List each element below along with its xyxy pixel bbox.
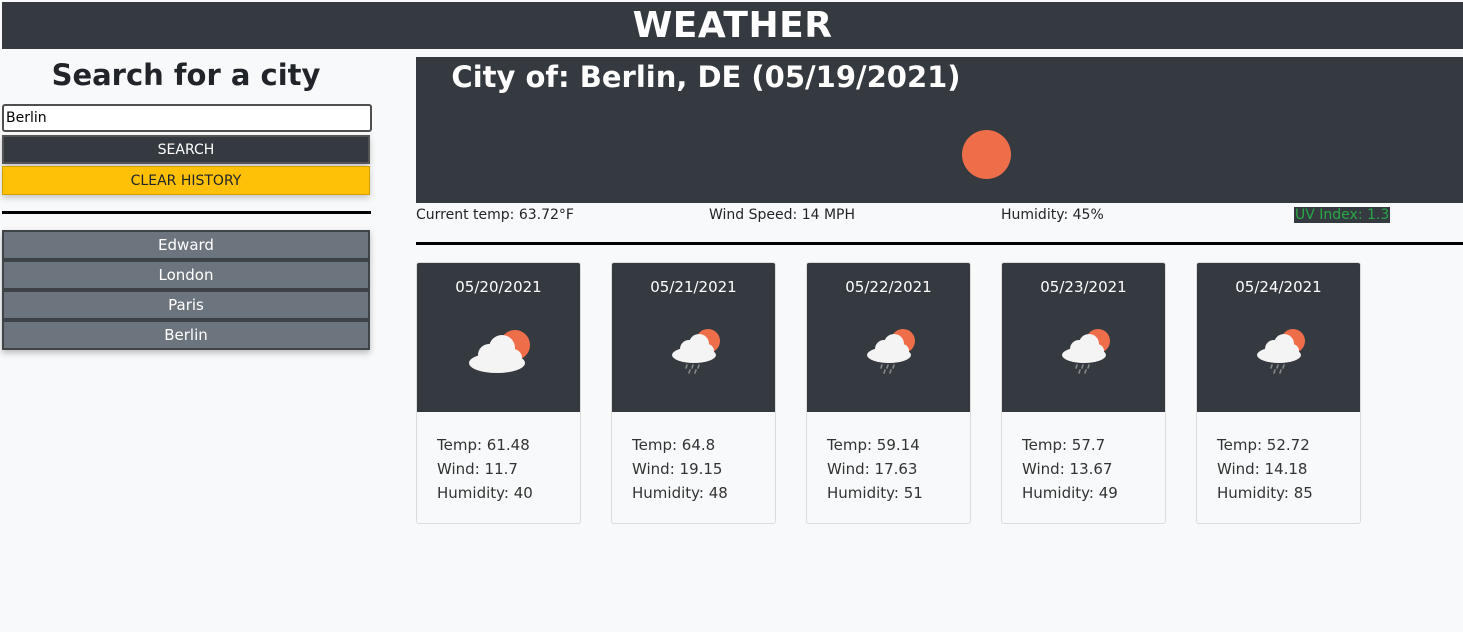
history-item[interactable]: London (2, 260, 370, 290)
city-search-input[interactable] (2, 104, 372, 132)
history-item[interactable]: Edward (2, 230, 370, 260)
app-title: WEATHER (632, 5, 833, 46)
forecast-temp: Temp: 52.72 (1217, 436, 1310, 454)
main-divider (416, 242, 1463, 245)
search-button[interactable]: SEARCH (2, 135, 370, 164)
forecast-card: 05/23/2021 Temp: 57.7 Wind: 13.67 Humidi… (1001, 262, 1166, 524)
forecast-date: 05/24/2021 (1235, 278, 1322, 296)
forecast-card: 05/24/2021 Temp: 52.72 Wind: 14.18 Humid… (1196, 262, 1361, 524)
forecast-wind: Wind: 17.63 (827, 460, 918, 478)
humidity: Humidity: 45% (1001, 207, 1104, 223)
forecast-card: 05/21/2021 Temp: 64.8 Wind: 19.15 Humidi… (611, 262, 776, 524)
current-temp: Current temp: 63.72°F (416, 207, 574, 223)
forecast-temp: Temp: 59.14 (827, 436, 920, 454)
search-heading: Search for a city (51, 58, 321, 92)
forecast-humidity: Humidity: 51 (827, 484, 923, 502)
forecast-wind: Wind: 13.67 (1022, 460, 1113, 478)
forecast-date: 05/21/2021 (650, 278, 737, 296)
forecast-temp: Temp: 64.8 (632, 436, 716, 454)
clear-history-button[interactable]: CLEAR HISTORY (2, 166, 370, 195)
forecast-date: 05/23/2021 (1040, 278, 1127, 296)
current-stats-row: Current temp: 63.72°F Wind Speed: 14 MPH… (416, 207, 1463, 227)
search-history-list: Edward London Paris Berlin (2, 230, 370, 350)
forecast-humidity: Humidity: 85 (1217, 484, 1313, 502)
cloud-sun-icon (469, 330, 530, 373)
rain-cloud-sun-icon (867, 329, 915, 374)
rain-cloud-sun-icon (1062, 329, 1110, 374)
wind-speed: Wind Speed: 14 MPH (709, 207, 856, 223)
forecast-humidity: Humidity: 40 (437, 484, 533, 502)
app-header: WEATHER (2, 2, 1463, 49)
forecast-date: 05/22/2021 (845, 278, 932, 296)
forecast-wind: Wind: 19.15 (632, 460, 723, 478)
forecast-card: 05/22/2021 Temp: 59.14 Wind: 17.63 Humid… (806, 262, 971, 524)
history-item[interactable]: Berlin (2, 320, 370, 350)
forecast-date: 05/20/2021 (455, 278, 542, 296)
sun-icon (962, 130, 1011, 179)
current-weather-panel: City of: Berlin, DE (05/19/2021) (416, 57, 1463, 203)
forecast-temp: Temp: 61.48 (437, 436, 530, 454)
forecast-wind: Wind: 14.18 (1217, 460, 1308, 478)
uv-index-badge: UV Index: 1.3 (1294, 207, 1391, 223)
forecast-wind: Wind: 11.7 (437, 460, 518, 478)
history-item[interactable]: Paris (2, 290, 370, 320)
rain-cloud-sun-icon (1257, 329, 1305, 374)
sidebar-divider (2, 211, 371, 214)
forecast-temp: Temp: 57.7 (1022, 436, 1106, 454)
forecast-humidity: Humidity: 48 (632, 484, 728, 502)
forecast-card: 05/20/2021 Temp: 61.48 Wind: 11.7 Humidi… (416, 262, 581, 524)
forecast-humidity: Humidity: 49 (1022, 484, 1118, 502)
current-city-title: City of: Berlin, DE (05/19/2021) (451, 60, 961, 94)
rain-cloud-sun-icon (672, 329, 720, 374)
